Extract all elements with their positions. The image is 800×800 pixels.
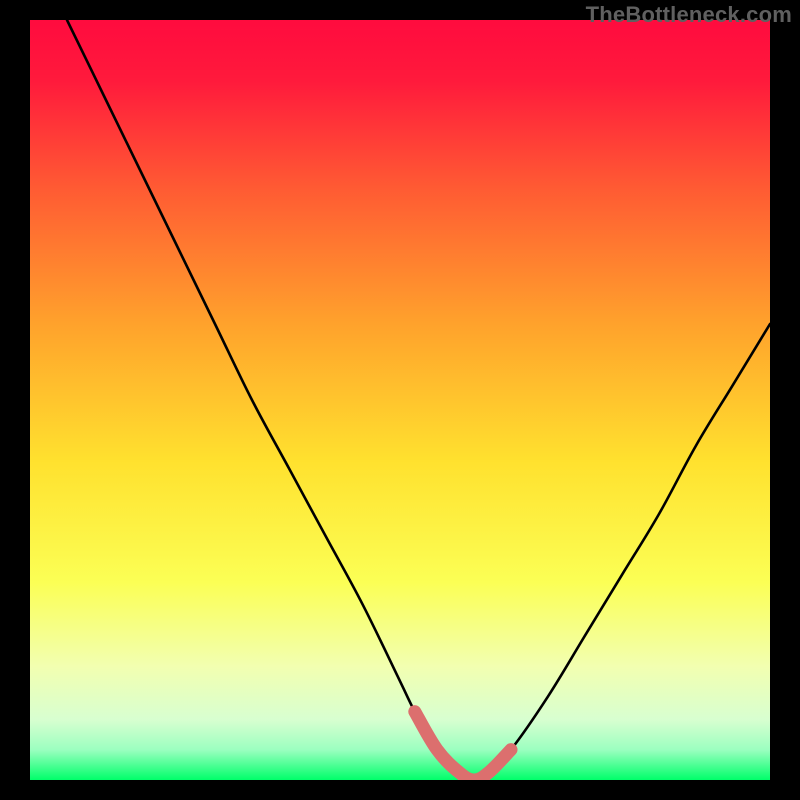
watermark-label: TheBottleneck.com (586, 2, 792, 28)
plot-area (30, 20, 770, 780)
chart-svg (30, 20, 770, 780)
gradient-background (30, 20, 770, 780)
chart-frame: TheBottleneck.com (0, 0, 800, 800)
